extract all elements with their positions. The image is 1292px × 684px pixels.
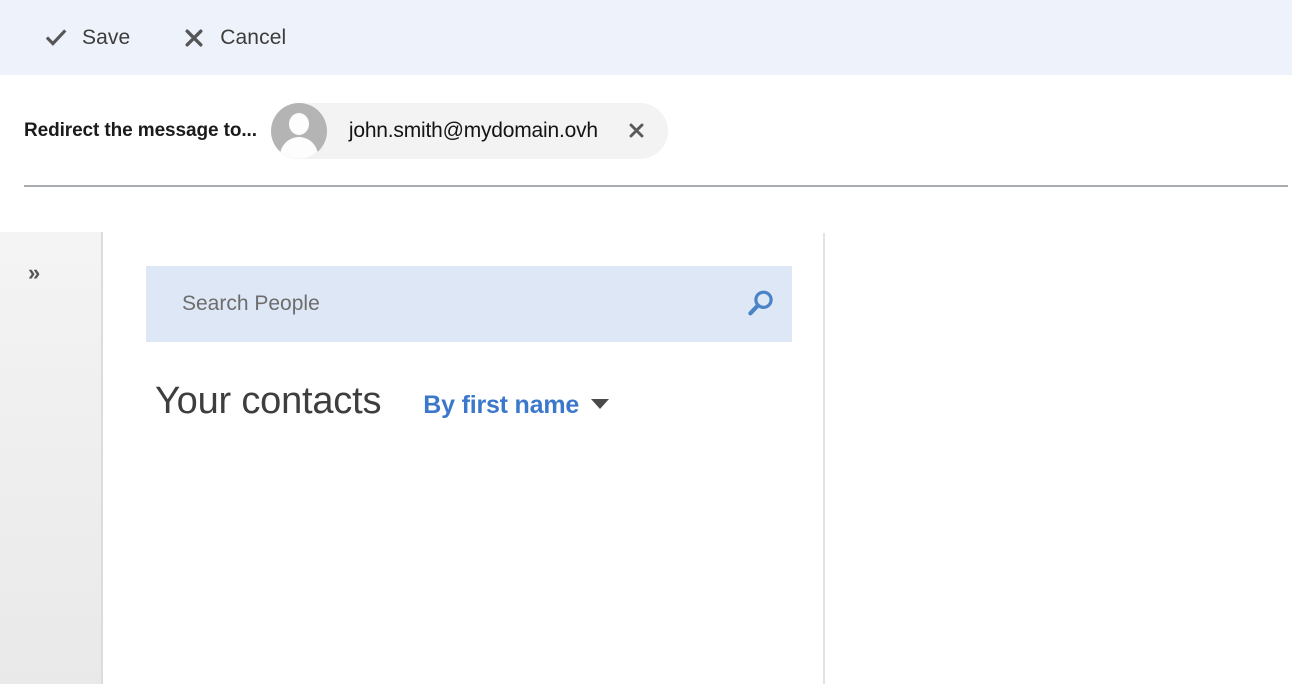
redirect-recipient-row: Redirect the message to... john.smith@my… [0, 75, 1292, 186]
close-x-icon [182, 26, 206, 50]
remove-recipient-button[interactable] [620, 114, 654, 148]
search-input[interactable] [146, 266, 728, 342]
chevron-double-right-icon[interactable]: » [22, 258, 62, 288]
redirect-field-label: Redirect the message to... [24, 119, 257, 141]
cancel-button[interactable]: Cancel [180, 22, 288, 54]
command-toolbar: Save Cancel [0, 0, 1292, 75]
save-button[interactable]: Save [42, 22, 132, 54]
checkmark-icon [44, 26, 68, 50]
contact-detail-pane [825, 232, 1292, 684]
recipient-pill[interactable]: john.smith@mydomain.ovh [270, 102, 668, 159]
people-picker-pane: Your contacts By first name [103, 232, 823, 684]
sort-order-dropdown[interactable]: By first name [423, 391, 610, 420]
avatar-body-shape [279, 136, 318, 159]
sort-order-label: By first name [423, 391, 580, 419]
person-avatar-icon [270, 102, 327, 159]
cancel-button-label: Cancel [220, 25, 287, 49]
page-title: Your contacts [155, 380, 382, 422]
save-button-label: Save [82, 25, 131, 49]
expand-rail-glyph: » [28, 260, 41, 285]
collapsed-nav-rail: » [0, 232, 103, 684]
section-divider [24, 185, 1288, 187]
people-picker-screen: Save Cancel Redirect the message to... j… [0, 0, 1292, 684]
chevron-down-icon [591, 399, 610, 409]
search-people-box[interactable] [146, 266, 792, 342]
search-magnifier-icon[interactable] [728, 266, 792, 342]
recipient-email: john.smith@mydomain.ovh [348, 118, 598, 142]
avatar-head-shape [288, 112, 309, 135]
contacts-header: Your contacts By first name [155, 380, 610, 423]
